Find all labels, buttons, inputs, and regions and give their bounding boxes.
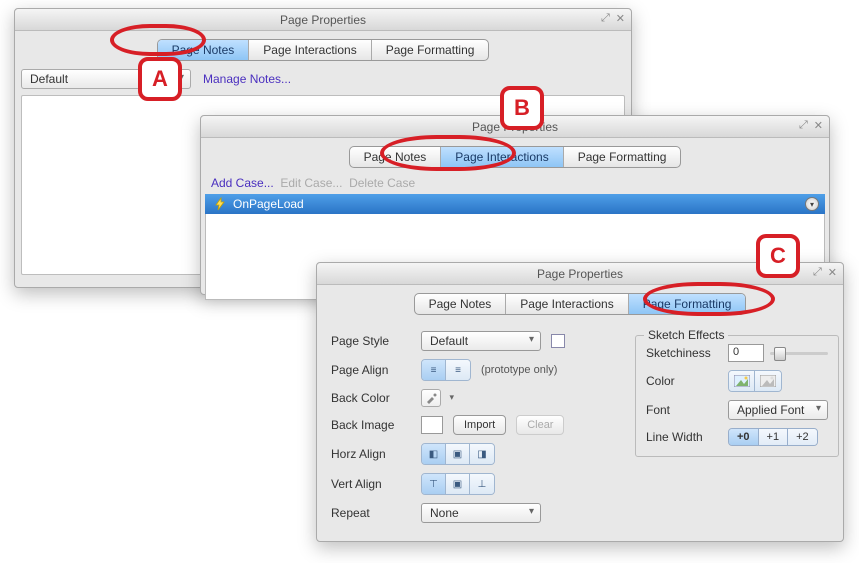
close-icon[interactable]: ✕	[616, 12, 625, 25]
note-select-value: Default	[30, 72, 68, 86]
halign-right-icon[interactable]: ◨	[470, 444, 494, 464]
manage-notes-link[interactable]: Manage Notes...	[203, 72, 291, 86]
sketch-legend: Sketch Effects	[644, 328, 728, 342]
lw-1[interactable]: +1	[759, 429, 789, 445]
page-style-select[interactable]: Default	[421, 331, 541, 351]
callout-a: A	[138, 57, 182, 101]
edit-case-link: Edit Case...	[280, 176, 342, 190]
tab-page-formatting[interactable]: Page Formatting	[372, 40, 489, 60]
page-align-group: ≡ ≡	[421, 359, 471, 381]
style-manager-icon[interactable]	[551, 334, 565, 348]
tab-page-formatting[interactable]: Page Formatting	[629, 294, 746, 314]
sketch-color-label: Color	[646, 374, 718, 388]
sketch-effects-fieldset: Sketch Effects Sketchiness 0 Color	[635, 335, 839, 457]
lw-2[interactable]: +2	[788, 429, 817, 445]
panel-page-formatting: Page Properties ⤢ ✕ Page Notes Page Inte…	[316, 262, 844, 542]
halign-center-icon[interactable]: ▣	[446, 444, 470, 464]
align-left-icon[interactable]: ≡	[422, 360, 446, 380]
close-icon[interactable]: ✕	[828, 266, 837, 279]
back-color-picker[interactable]	[421, 389, 441, 407]
page-style-label: Page Style	[331, 334, 411, 348]
tab-page-formatting[interactable]: Page Formatting	[564, 147, 681, 167]
back-image-label: Back Image	[331, 418, 411, 432]
sketchiness-label: Sketchiness	[646, 346, 718, 360]
sketch-font-label: Font	[646, 403, 718, 417]
align-center-icon[interactable]: ≡	[446, 360, 470, 380]
panel-title: Page Properties	[280, 13, 366, 27]
chevron-down-icon[interactable]: ▾	[805, 197, 819, 211]
sketch-color-group	[728, 370, 782, 392]
color-gray-icon[interactable]	[755, 371, 781, 391]
sketchiness-input[interactable]: 0	[728, 344, 764, 362]
panel-title: Page Properties	[537, 267, 623, 281]
valign-middle-icon[interactable]: ▣	[446, 474, 470, 494]
callout-b: B	[500, 86, 544, 130]
line-width-label: Line Width	[646, 430, 718, 444]
add-case-link[interactable]: Add Case...	[211, 176, 274, 190]
horz-align-label: Horz Align	[331, 447, 411, 461]
event-row-onpageload[interactable]: OnPageLoad ▾	[205, 194, 825, 214]
tab-page-notes[interactable]: Page Notes	[350, 147, 442, 167]
sketch-font-select[interactable]: Applied Font	[728, 400, 828, 420]
clear-button: Clear	[516, 415, 564, 435]
delete-case-link: Delete Case	[349, 176, 415, 190]
callout-c: C	[756, 234, 800, 278]
repeat-select[interactable]: None	[421, 503, 541, 523]
tabbar: Page Notes Page Interactions Page Format…	[317, 285, 843, 321]
sketchiness-slider[interactable]	[770, 346, 828, 360]
restore-icon[interactable]: ⤢	[601, 12, 610, 25]
valign-top-icon[interactable]: ⊤	[422, 474, 446, 494]
prototype-only-label: (prototype only)	[481, 364, 557, 376]
page-align-label: Page Align	[331, 363, 411, 377]
tab-page-interactions[interactable]: Page Interactions	[441, 147, 563, 167]
lightning-icon	[213, 197, 227, 211]
tab-page-notes[interactable]: Page Notes	[415, 294, 507, 314]
event-label: OnPageLoad	[233, 197, 304, 211]
tab-page-interactions[interactable]: Page Interactions	[249, 40, 371, 60]
halign-left-icon[interactable]: ◧	[422, 444, 446, 464]
vert-align-group: ⊤ ▣ ⊥	[421, 473, 495, 495]
back-image-swatch[interactable]	[421, 416, 443, 434]
close-icon[interactable]: ✕	[814, 119, 823, 132]
color-picture-icon[interactable]	[729, 371, 755, 391]
repeat-label: Repeat	[331, 506, 411, 520]
titlebar: Page Properties ⤢ ✕	[15, 9, 631, 31]
tab-page-interactions[interactable]: Page Interactions	[506, 294, 628, 314]
restore-icon[interactable]: ⤢	[813, 266, 822, 279]
lw-0[interactable]: +0	[729, 429, 759, 445]
line-width-group: +0 +1 +2	[728, 428, 818, 446]
tabbar: Page Notes Page Interactions Page Format…	[15, 31, 631, 67]
valign-bottom-icon[interactable]: ⊥	[470, 474, 494, 494]
horz-align-group: ◧ ▣ ◨	[421, 443, 495, 465]
vert-align-label: Vert Align	[331, 477, 411, 491]
back-color-label: Back Color	[331, 391, 411, 405]
restore-icon[interactable]: ⤢	[799, 119, 808, 132]
import-button[interactable]: Import	[453, 415, 506, 435]
tabbar: Page Notes Page Interactions Page Format…	[201, 138, 829, 174]
